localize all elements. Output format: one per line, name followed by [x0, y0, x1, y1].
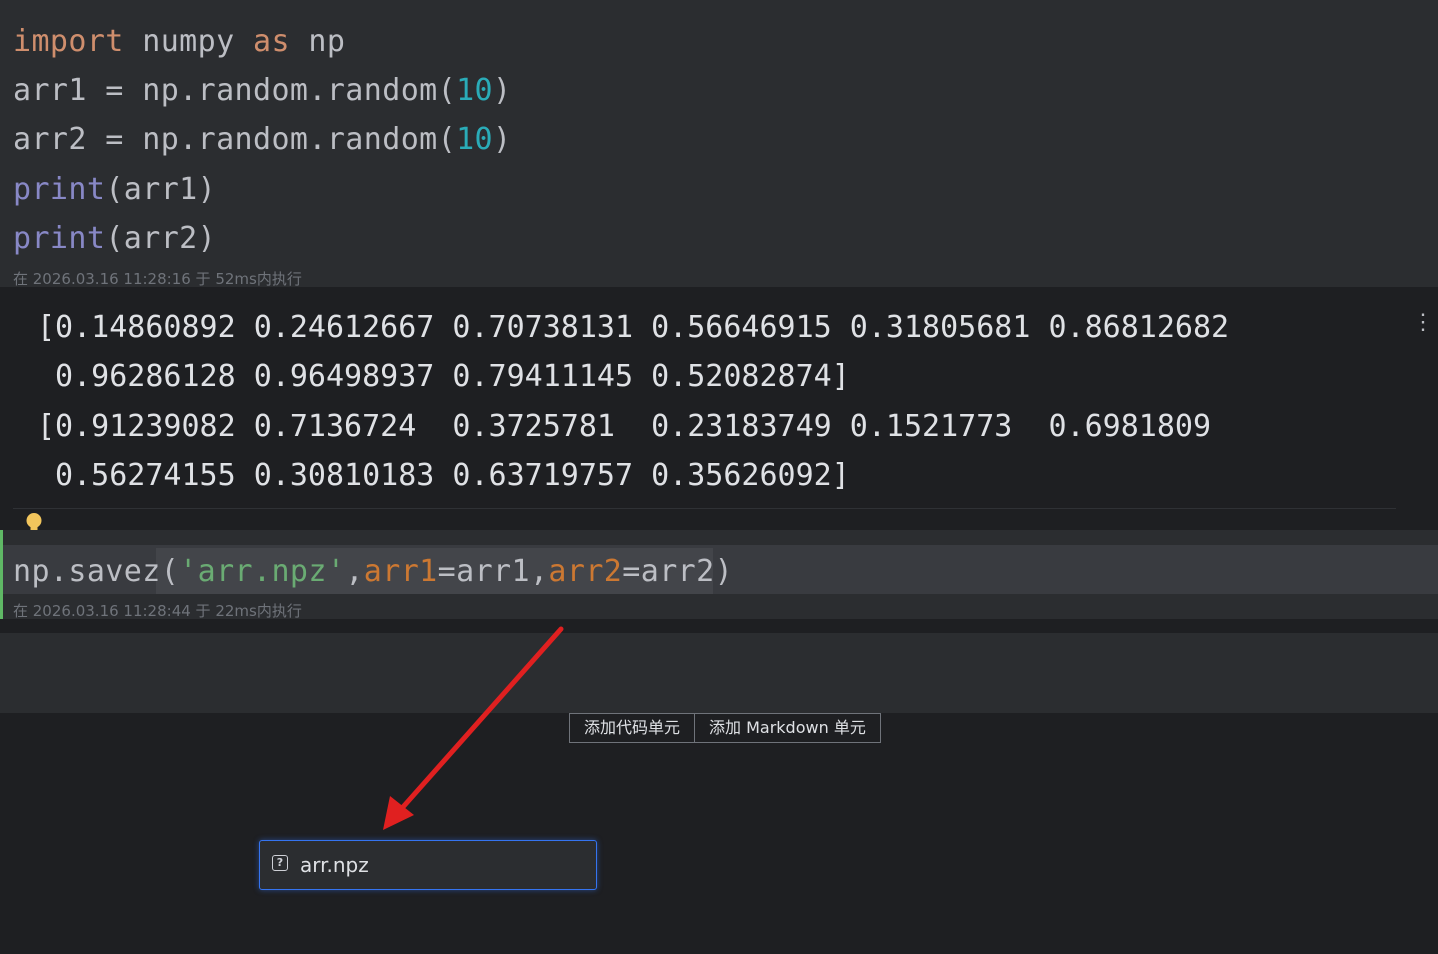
execution-info: 在 2026.03.16 11:28:16 于 52ms内执行	[13, 270, 302, 288]
code-token: arr2	[548, 554, 623, 589]
code-token: 10	[456, 73, 494, 108]
code-token: print	[13, 172, 106, 207]
code-token: numpy	[123, 24, 254, 59]
empty-code-cell[interactable]	[0, 633, 1438, 713]
code-token: )	[493, 73, 512, 108]
code-cell-1[interactable]: import numpy as np arr1 = np.random.rand…	[0, 0, 1438, 288]
unknown-file-icon: ?	[272, 855, 288, 871]
code-line-savez[interactable]: np.savez('arr.npz',arr1=arr1,arr2=arr2)	[13, 547, 733, 596]
add-code-cell-button[interactable]: 添加代码单元	[570, 714, 694, 742]
code-token: import	[13, 24, 124, 59]
code-line-1[interactable]: import numpy as np	[13, 17, 345, 66]
code-token: 'arr.npz'	[179, 554, 346, 589]
code-token: 10	[456, 122, 494, 157]
output-line-2: 0.96286128 0.96498937 0.79411145 0.52082…	[37, 359, 850, 394]
code-token: np	[289, 24, 346, 59]
code-line-2[interactable]: arr1 = np.random.random(10)	[13, 66, 511, 115]
code-token: (arr1)	[105, 172, 217, 207]
code-token: (arr2)	[105, 221, 217, 256]
add-cell-bar: 添加代码单元 添加 Markdown 单元	[569, 713, 881, 743]
add-markdown-cell-button[interactable]: 添加 Markdown 单元	[694, 714, 880, 742]
output-menu-icon[interactable]: ⋮	[1412, 308, 1434, 338]
code-token: print	[13, 221, 106, 256]
code-line-4[interactable]: print(arr1)	[13, 165, 216, 214]
code-token: arr1 = np.random.random(	[13, 73, 457, 108]
code-token: arr1	[363, 554, 438, 589]
code-line-3[interactable]: arr2 = np.random.random(10)	[13, 115, 511, 164]
code-token: )	[493, 122, 512, 157]
code-token: as	[253, 24, 290, 59]
code-token: np.savez(	[13, 554, 180, 589]
code-token: arr2 = np.random.random(	[13, 122, 457, 157]
active-cell-indicator	[0, 530, 3, 619]
code-token: =arr2)	[622, 554, 734, 589]
output-line-4: 0.56274155 0.30810183 0.63719757 0.35626…	[37, 458, 850, 493]
code-token: ,	[345, 554, 364, 589]
execution-info: 在 2026.03.16 11:28:44 于 22ms内执行	[13, 602, 302, 620]
file-name[interactable]: arr.npz	[300, 853, 369, 877]
output-line-1: [0.14860892 0.24612667 0.70738131 0.5664…	[37, 310, 1230, 345]
code-token: =arr1,	[437, 554, 549, 589]
output-line-3: [0.91239082 0.7136724 0.3725781 0.231837…	[37, 409, 1211, 444]
output-divider	[13, 508, 1396, 509]
file-popup[interactable]: ? arr.npz	[259, 840, 597, 890]
code-line-5[interactable]: print(arr2)	[13, 214, 216, 263]
